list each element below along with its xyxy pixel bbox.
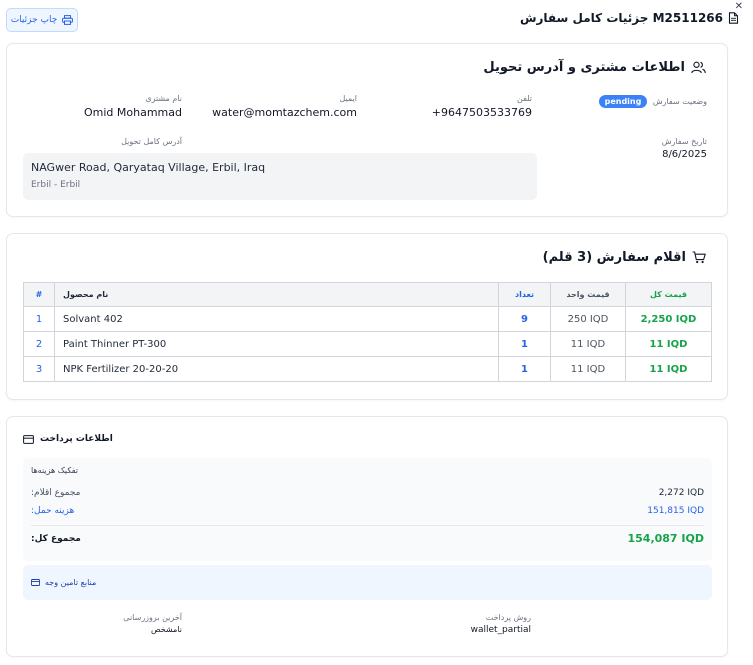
col-unit-price: قیمت واحد [550,282,626,307]
row-total-price: 11 IQD [625,331,712,357]
subtotal-row: مجموع اقلام: 2,272 IQD [31,488,704,498]
shipping-label: هزینه حمل: [31,506,75,516]
funding-sources-label: منابع تامین وجه [45,578,97,587]
payment-method-label: روش پرداخت [485,613,531,622]
customer-name-value: Omid Mohammad [84,106,182,119]
grand-total-row: مجموع کل: 154,087 IQD [31,532,704,545]
document-icon [728,12,739,24]
credit-card-icon [23,434,34,444]
credit-card-icon [31,579,40,586]
printer-icon [62,15,74,25]
customer-name-label: نام مشتری [145,94,182,103]
row-unit-price: 250 IQD [550,306,626,332]
order-items-card: اقلام سفارش (3 قلم) # نام محصول تعداد قی… [6,233,728,400]
delivery-address-value: NAGwer Road, Qaryataq Village, Erbil, Ir… [31,161,266,174]
row-index: 3 [23,356,55,382]
col-total-price: قیمت کل [625,282,712,307]
dialog-title-wrap: جزئیات کامل سفارش M2511266 [520,11,739,25]
delivery-address-label: آدرس کامل تحویل [121,137,182,146]
users-icon [691,61,706,74]
row-unit-price: 11 IQD [550,356,626,382]
print-details-button[interactable]: چاپ جزئیات [6,8,78,32]
table-row: 3 NPK Fertilizer 20-20-20 1 11 IQD 11 IQ… [23,356,712,382]
last-update-field: آخرین بروزرسانی نامشخص [22,613,182,634]
grand-total-label: مجموع کل: [31,533,81,544]
last-update-value: نامشخص [150,625,182,634]
payment-section-header: اطلاعات پرداخت [23,434,113,444]
cart-icon [692,251,706,264]
row-index: 1 [23,306,55,332]
order-date-label: تاریخ سفارش [661,137,707,146]
delivery-address-field: آدرس کامل تحویل [22,137,182,146]
row-quantity: 1 [498,331,551,357]
delivery-address-city: Erbil - Erbil [31,180,81,190]
payment-section-title: اطلاعات پرداخت [40,434,113,444]
payment-method-value: wallet_partial [470,625,531,635]
funding-sources-box[interactable]: منابع تامین وجه [23,565,712,600]
customer-name-field: نام مشتری Omid Mohammad [22,94,182,119]
col-quantity: تعداد [498,282,551,307]
payment-method-field: روش پرداخت wallet_partial [371,613,531,635]
customer-section-header: اطلاعات مشتری و آدرس تحویل [483,60,706,75]
shipping-value: 151,815 IQD [647,506,704,516]
items-section-title: اقلام سفارش (3 قلم) [542,250,686,265]
row-index: 2 [23,331,55,357]
subtotal-value: 2,272 IQD [658,488,704,498]
col-index: # [23,282,55,307]
email-label: ایمیل [339,94,357,103]
row-unit-price: 11 IQD [550,331,626,357]
status-badge: pending [598,95,648,108]
customer-info-card: اطلاعات مشتری و آدرس تحویل نام مشتری Omi… [6,43,728,217]
row-quantity: 1 [498,356,551,382]
customer-section-title: اطلاعات مشتری و آدرس تحویل [483,60,685,75]
cost-breakdown-box: تفکیک هزینه‌ها مجموع اقلام: 2,272 IQD هز… [23,458,712,561]
phone-field: تلفن +9647503533769 [372,94,532,119]
breakdown-divider [31,525,704,526]
row-product-name: Paint Thinner PT-300 [54,331,499,357]
row-quantity: 9 [498,306,551,332]
table-header-row: # نام محصول تعداد قیمت واحد قیمت کل [23,282,712,307]
col-product-name: نام محصول [54,282,499,307]
delivery-address-box: NAGwer Road, Qaryataq Village, Erbil, Ir… [23,153,537,200]
email-value: water@momtazchem.com [212,106,357,119]
print-details-label: چاپ جزئیات [10,15,58,25]
grand-total-value: 154,087 IQD [627,532,704,545]
phone-label: تلفن [516,94,532,103]
breakdown-title: تفکیک هزینه‌ها [31,466,79,475]
row-product-name: Solvant 402 [54,306,499,332]
table-row: 2 Paint Thinner PT-300 1 11 IQD 11 IQD [23,331,712,357]
dialog-header: جزئیات کامل سفارش M2511266 ✕ چاپ جزئیات [0,0,753,40]
order-date-value: 8/6/2025 [662,149,707,160]
table-row: 1 Solvant 402 9 250 IQD 2,250 IQD [23,306,712,332]
last-update-label: آخرین بروزرسانی [123,613,182,622]
subtotal-label: مجموع اقلام: [31,488,81,498]
items-section-header: اقلام سفارش (3 قلم) [543,250,706,265]
order-status-label: وضعیت سفارش [652,97,707,106]
close-icon[interactable]: ✕ [735,1,743,12]
order-status-field: وضعیت سفارش pending [547,94,707,108]
payment-info-card: اطلاعات پرداخت تفکیک هزینه‌ها مجموع اقلا… [6,416,728,657]
shipping-row: هزینه حمل: 151,815 IQD [31,506,704,516]
email-field: ایمیل water@momtazchem.com [197,94,357,119]
dialog-title: جزئیات کامل سفارش M2511266 [519,11,723,25]
row-product-name: NPK Fertilizer 20-20-20 [54,356,499,382]
row-total-price: 2,250 IQD [625,306,712,332]
order-items-table: # نام محصول تعداد قیمت واحد قیمت کل 1 So… [23,282,712,382]
phone-value: +9647503533769 [431,106,532,119]
row-total-price: 11 IQD [625,356,712,382]
order-date-field: تاریخ سفارش 8/6/2025 [547,137,707,160]
